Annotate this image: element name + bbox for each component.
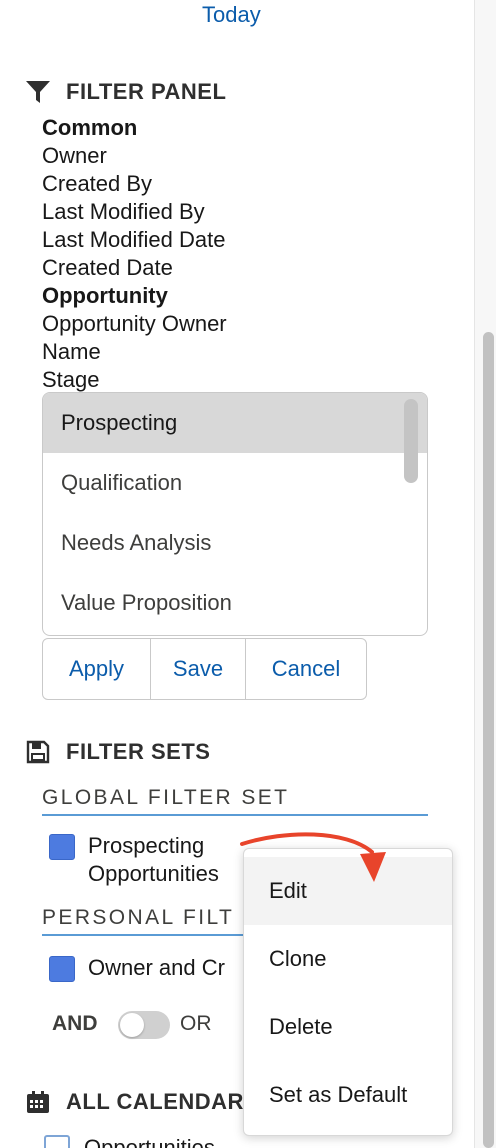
listbox-scrollbar-thumb[interactable] bbox=[404, 399, 418, 483]
calendar-opportunities-checkbox[interactable] bbox=[44, 1135, 70, 1148]
global-filter-set-heading: GLOBAL FILTER SET bbox=[42, 786, 428, 816]
save-button[interactable]: Save bbox=[151, 639, 246, 699]
red-curved-arrow-icon bbox=[240, 832, 386, 882]
global-filter-set-item[interactable]: Prospecting Opportunities bbox=[88, 832, 219, 888]
all-calendars-title: ALL CALENDAR bbox=[66, 1089, 244, 1114]
global-filter-set-label-line2: Opportunities bbox=[88, 861, 219, 886]
filter-sets-heading: FILTER SETS bbox=[24, 738, 210, 766]
global-filter-set-label-line1: Prospecting bbox=[88, 833, 205, 858]
calendar-opportunities-label[interactable]: Opportunities bbox=[84, 1134, 215, 1148]
menu-item-delete[interactable]: Delete bbox=[244, 993, 452, 1061]
cancel-button[interactable]: Cancel bbox=[246, 639, 366, 699]
filter-field-last-modified-by[interactable]: Last Modified By bbox=[42, 198, 227, 226]
filter-group-opportunity: Opportunity bbox=[42, 283, 168, 308]
filter-field-stage[interactable]: Stage bbox=[42, 366, 227, 394]
apply-button[interactable]: Apply bbox=[43, 639, 151, 699]
page-scrollbar-thumb[interactable] bbox=[483, 332, 494, 1148]
filter-panel-title: FILTER PANEL bbox=[66, 79, 227, 104]
and-or-toggle[interactable] bbox=[118, 1011, 170, 1039]
stage-option-value-proposition[interactable]: Value Proposition bbox=[43, 573, 427, 633]
or-label: OR bbox=[180, 1012, 212, 1035]
filter-field-owner[interactable]: Owner bbox=[42, 142, 227, 170]
filter-field-last-modified-date[interactable]: Last Modified Date bbox=[42, 226, 227, 254]
filter-action-buttons: Apply Save Cancel bbox=[42, 638, 367, 700]
floppy-disk-icon bbox=[24, 738, 52, 766]
filter-field-created-date[interactable]: Created Date bbox=[42, 254, 227, 282]
menu-item-clone[interactable]: Clone bbox=[244, 925, 452, 993]
filter-field-created-by[interactable]: Created By bbox=[42, 170, 227, 198]
filter-group-common: Common bbox=[42, 115, 138, 140]
personal-filter-set-checkbox[interactable] bbox=[49, 956, 75, 982]
filter-field-name[interactable]: Name bbox=[42, 338, 227, 366]
filter-sets-title: FILTER SETS bbox=[66, 739, 211, 764]
filter-panel-heading: FILTER PANEL bbox=[24, 78, 226, 106]
filter-field-list: Common Owner Created By Last Modified By… bbox=[42, 114, 227, 394]
personal-filter-set-heading: PERSONAL FILT bbox=[42, 906, 252, 936]
global-filter-set-checkbox[interactable] bbox=[49, 834, 75, 860]
stage-option-needs-analysis[interactable]: Needs Analysis bbox=[43, 513, 427, 573]
funnel-icon bbox=[24, 78, 52, 106]
all-calendars-heading: ALL CALENDAR bbox=[24, 1088, 244, 1116]
filter-field-opportunity-owner[interactable]: Opportunity Owner bbox=[42, 310, 227, 338]
and-label: AND bbox=[52, 1012, 98, 1035]
stage-listbox[interactable]: Prospecting Qualification Needs Analysis… bbox=[42, 392, 428, 636]
menu-item-set-as-default[interactable]: Set as Default bbox=[244, 1061, 452, 1129]
calendar-icon bbox=[24, 1088, 52, 1116]
personal-filter-set-label[interactable]: Owner and Cr bbox=[88, 954, 242, 982]
stage-option-prospecting[interactable]: Prospecting bbox=[43, 393, 427, 453]
stage-option-qualification[interactable]: Qualification bbox=[43, 453, 427, 513]
today-link[interactable]: Today bbox=[202, 2, 261, 28]
toggle-knob bbox=[120, 1013, 144, 1037]
filter-set-context-menu: Edit Clone Delete Set as Default bbox=[243, 848, 453, 1136]
